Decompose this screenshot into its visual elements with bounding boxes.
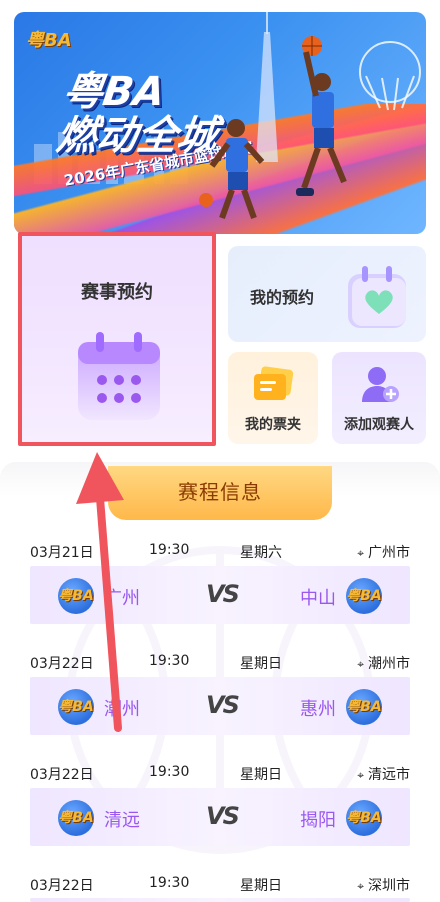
ticket-wallet-card[interactable]: 我的票夹 — [228, 352, 318, 444]
vs-label: VS — [206, 802, 240, 830]
match-city: 清远市 — [368, 767, 410, 783]
match-row[interactable]: 粤BA 潮州 VS 惠州 粤BA — [30, 677, 410, 735]
vs-label: VS — [206, 691, 240, 719]
away-team-logo: 粤BA — [346, 578, 382, 614]
match-weekday: 星期日 — [240, 656, 282, 672]
add-viewer-label: 添加观赛人 — [344, 417, 414, 433]
my-reservations-card[interactable]: 我的预约 — [228, 246, 426, 342]
match-row[interactable]: 粤BA 广州 VS 中山 粤BA — [30, 566, 410, 624]
ticket-icon — [254, 366, 294, 400]
match-header: 03月22日 19:30 星期日 ⌖ 深圳市 — [30, 875, 410, 895]
match-date: 03月21日 — [30, 545, 94, 561]
location-pin-icon: ⌖ — [357, 879, 364, 893]
book-event-label: 赛事预约 — [81, 282, 153, 303]
match-location: ⌖ 深圳市 — [357, 875, 410, 895]
ticket-wallet-label: 我的票夹 — [245, 417, 301, 433]
location-pin-icon: ⌖ — [357, 768, 364, 782]
match-time: 19:30 — [149, 875, 190, 891]
location-pin-icon: ⌖ — [357, 546, 364, 560]
match-location: ⌖ 潮州市 — [357, 653, 410, 673]
home-team-logo: 粤BA — [58, 800, 94, 836]
match-header: 03月22日 19:30 星期日 ⌖ 潮州市 — [30, 653, 410, 673]
home-team-logo: 粤BA — [58, 689, 94, 725]
match-row[interactable]: 粤BA 清远 VS 揭阳 粤BA — [30, 788, 410, 846]
match-city: 广州市 — [368, 545, 410, 561]
away-team-name: 揭阳 — [300, 810, 336, 831]
match-weekday: 星期日 — [240, 878, 282, 894]
home-team-name: 清远 — [104, 810, 140, 831]
match-row[interactable] — [30, 898, 410, 902]
location-pin-icon: ⌖ — [357, 657, 364, 671]
match-city: 潮州市 — [368, 656, 410, 672]
match-location: ⌖ 清远市 — [357, 764, 410, 784]
match-location: ⌖ 广州市 — [357, 542, 410, 562]
home-team-name: 广州 — [104, 588, 140, 609]
away-team-logo: 粤BA — [346, 800, 382, 836]
calendar-icon — [78, 332, 160, 420]
match-header: 03月21日 19:30 星期六 ⌖ 广州市 — [30, 542, 410, 562]
match-date: 03月22日 — [30, 656, 94, 672]
add-person-icon — [362, 367, 399, 402]
banner-logo: 粤BA — [26, 30, 72, 51]
home-team-logo: 粤BA — [58, 578, 94, 614]
book-event-card[interactable]: 赛事预约 — [18, 232, 216, 446]
calendar-heart-icon — [348, 266, 406, 328]
home-team-name: 潮州 — [104, 699, 140, 720]
away-team-name: 惠州 — [300, 699, 336, 720]
away-team-name: 中山 — [300, 588, 336, 609]
match-city: 深圳市 — [368, 878, 410, 894]
match-time: 19:30 — [149, 542, 190, 558]
match-date: 03月22日 — [30, 767, 94, 783]
match-header: 03月22日 19:30 星期日 ⌖ 清远市 — [30, 764, 410, 784]
match-time: 19:30 — [149, 653, 190, 669]
match-time: 19:30 — [149, 764, 190, 780]
add-viewer-card[interactable]: 添加观赛人 — [332, 352, 426, 444]
my-reservations-label: 我的预约 — [250, 288, 315, 307]
schedule-title-tab: 赛程信息 — [108, 466, 332, 520]
basketball-players-illustration — [199, 12, 421, 220]
away-team-logo: 粤BA — [346, 689, 382, 725]
match-date: 03月22日 — [30, 878, 94, 894]
hero-banner[interactable]: 粤BA 粤BA 燃动全城 2026年广东省城市篮球联赛 — [14, 12, 426, 234]
match-weekday: 星期六 — [240, 545, 282, 561]
vs-label: VS — [206, 580, 240, 608]
match-weekday: 星期日 — [240, 767, 282, 783]
